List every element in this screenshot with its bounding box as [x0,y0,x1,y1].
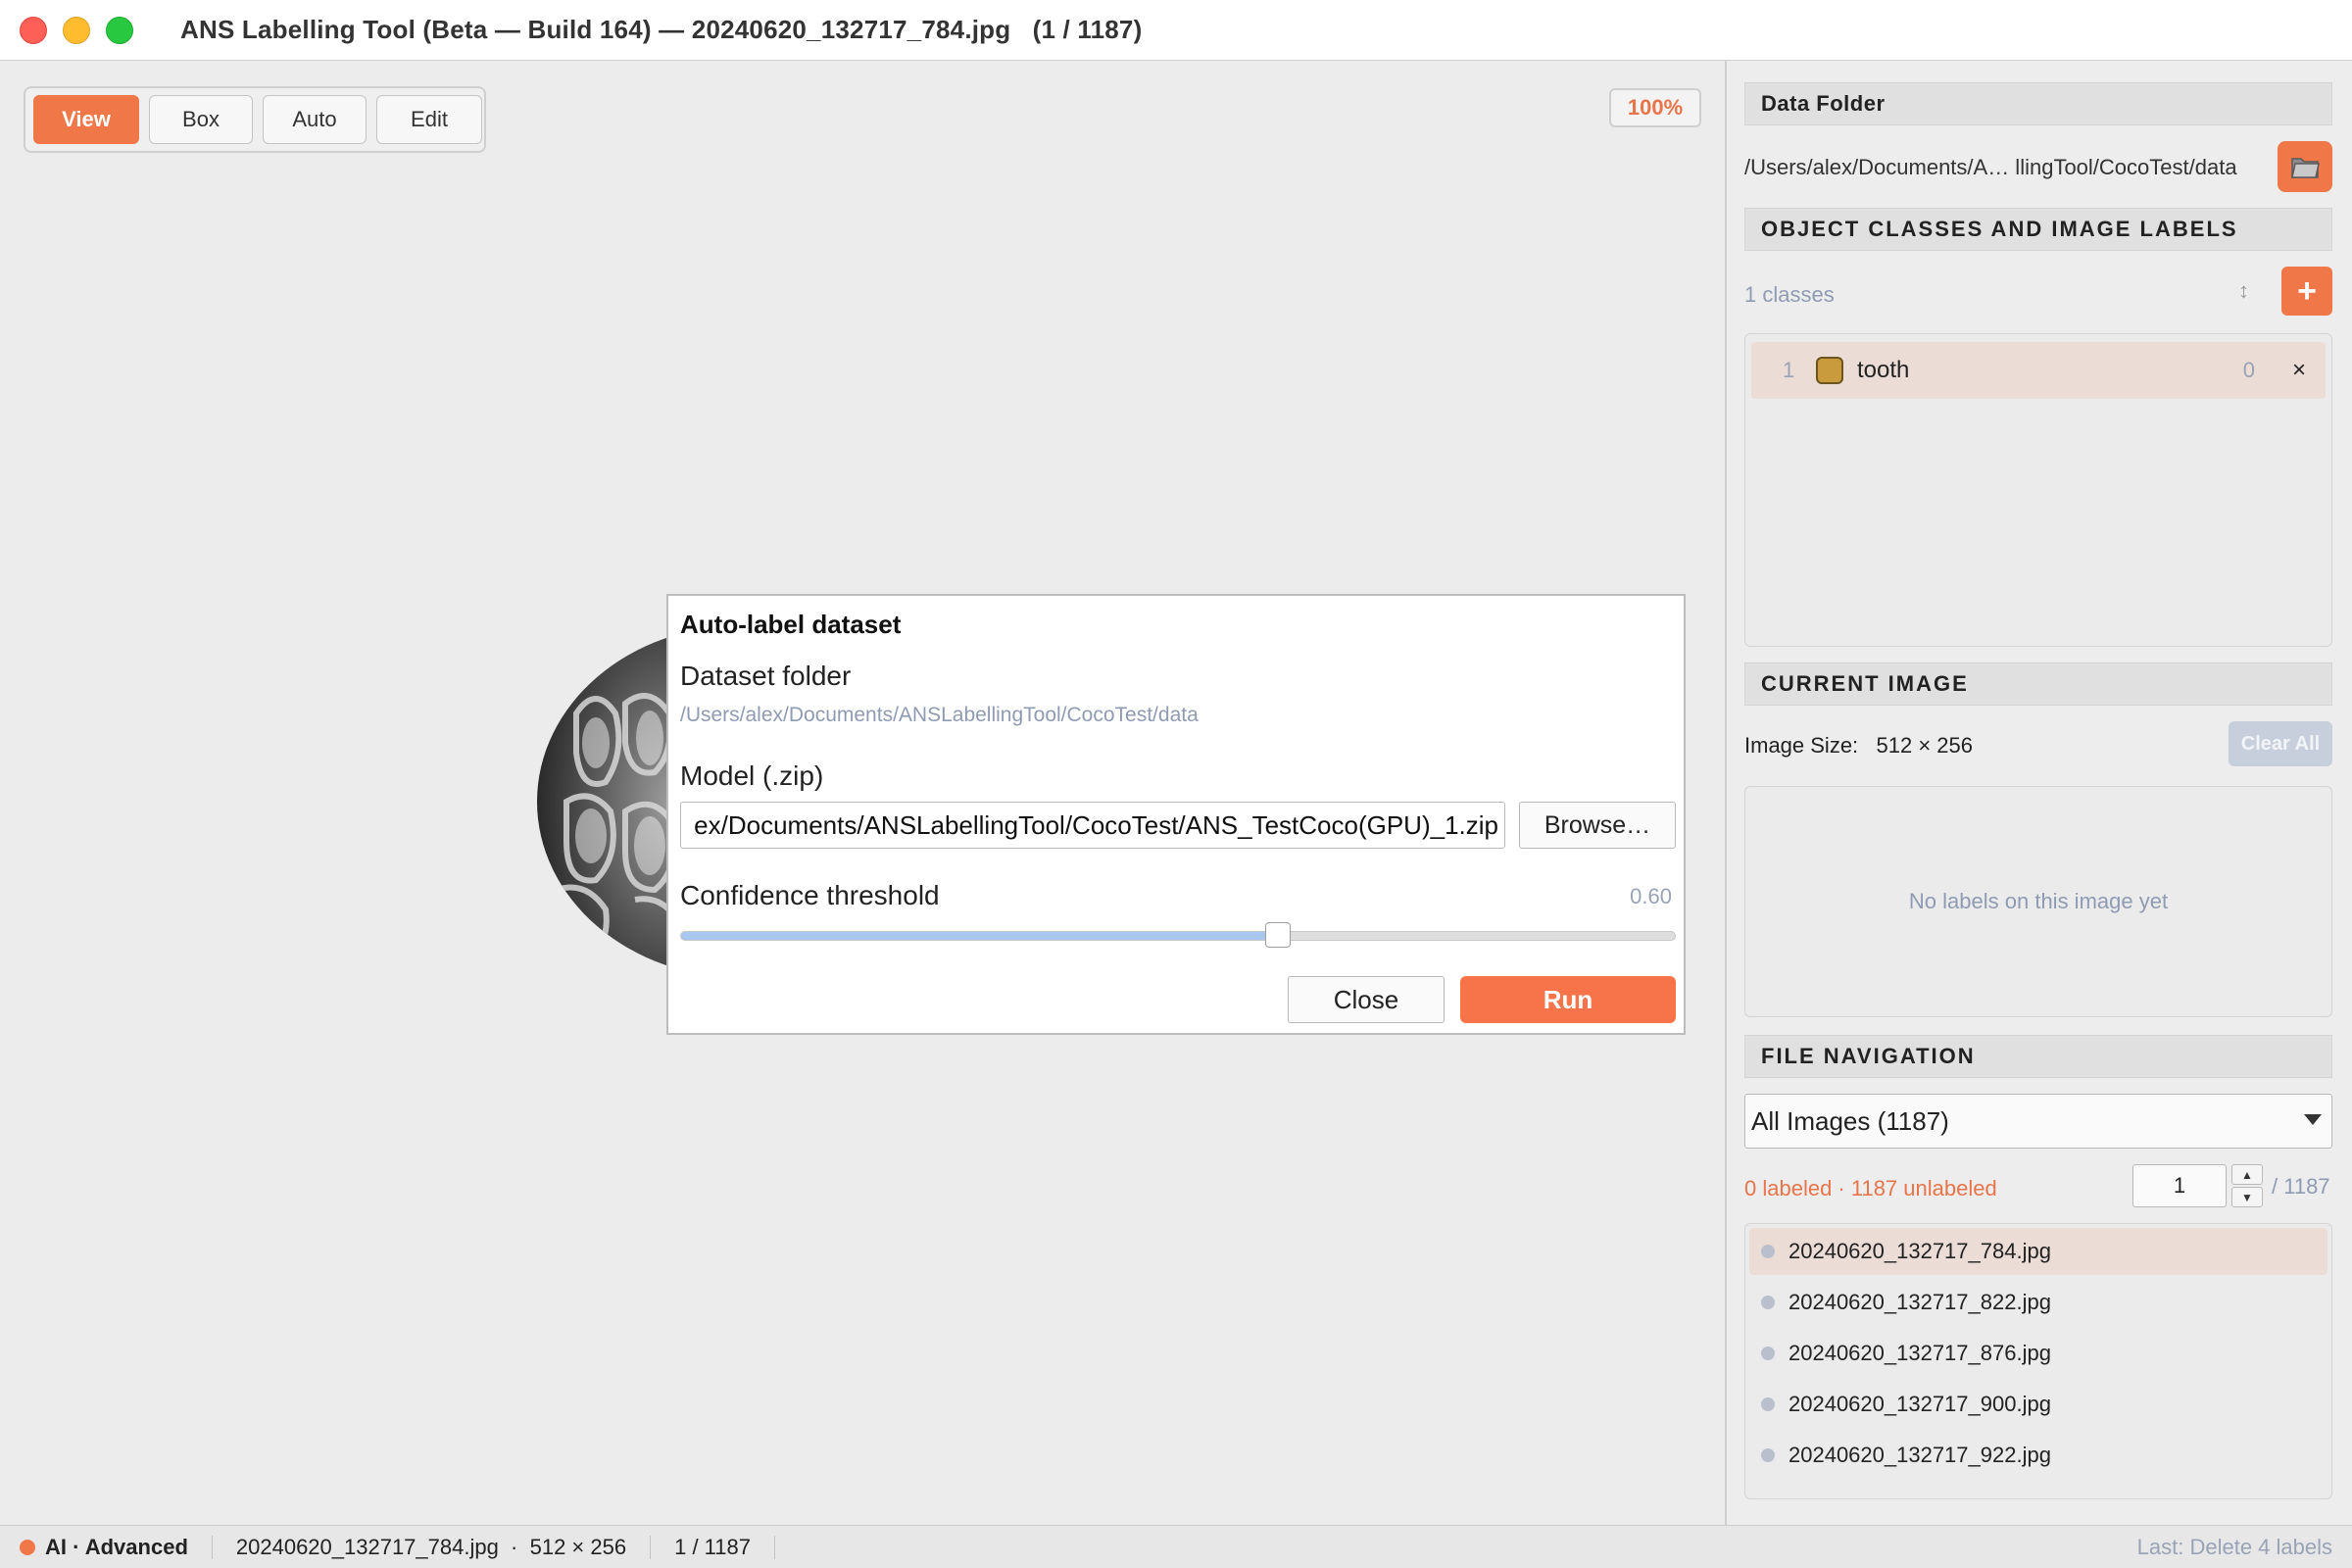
image-size-value: 512 × 256 [1876,733,1973,758]
edit-mode-button[interactable]: Edit [376,95,482,144]
page-total: / 1187 [2272,1174,2330,1199]
empty-labels-text: No labels on this image yet [1908,889,2169,913]
stepper-down-icon[interactable]: ▼ [2231,1187,2263,1207]
side-panel: Data Folder /Users/alex/Documents/A… lli… [1727,61,2352,1525]
file-list-item[interactable]: 20240620_132717_876.jpg [1749,1330,2328,1377]
image-size-label: Image Size: [1744,733,1859,758]
data-folder-path: /Users/alex/Documents/A… llingTool/CocoT… [1744,155,2237,179]
mode-toolbar: View Box Auto Edit [24,86,486,153]
file-navigation-heading: FILE NAVIGATION [1744,1035,2332,1078]
auto-label-dialog: Auto-label dataset Dataset folder /Users… [666,594,1686,1035]
view-mode-button[interactable]: View [33,95,139,144]
image-filter-select[interactable]: All Images (1187) [1744,1094,2332,1149]
page-stepper: ▲ ▼ [2231,1164,2263,1207]
classes-heading: OBJECT CLASSES AND IMAGE LABELS [1744,208,2332,251]
class-index: 1 [1783,358,1795,382]
status-dot-icon [1761,1448,1775,1462]
model-path-value: ex/Documents/ANSLabellingTool/CocoTest/A… [694,809,1498,840]
zoom-level[interactable]: 100% [1609,88,1701,127]
window-controls [20,16,133,44]
status-indicator-icon [20,1539,35,1555]
auto-mode-button[interactable]: Auto [263,95,367,144]
file-list-item[interactable]: 20240620_132717_900.jpg [1749,1381,2328,1428]
image-canvas[interactable]: View Box Auto Edit 100% Auto-label datas… [0,61,1725,1525]
delete-class-icon[interactable]: × [2292,357,2306,384]
file-name: 20240620_132717_822.jpg [1788,1290,2051,1314]
image-filter-value: All Images (1187) [1751,1105,1949,1136]
confidence-slider[interactable] [680,931,1676,941]
file-name: 20240620_132717_922.jpg [1788,1443,2051,1467]
file-name: 20240620_132717_784.jpg [1788,1239,2051,1263]
image-labels-list: No labels on this image yet [1744,786,2332,1017]
browse-button[interactable]: Browse… [1519,802,1676,849]
current-image-heading: CURRENT IMAGE [1744,662,2332,706]
status-dot-icon [1761,1245,1775,1258]
clear-all-button[interactable]: Clear All [2229,721,2332,766]
minimize-window-button[interactable] [63,16,90,44]
status-mode: AI · Advanced [45,1534,188,1559]
file-list-item[interactable]: 20240620_132717_922.jpg [1749,1432,2328,1479]
confidence-slider-fill [681,932,1278,940]
status-separator [650,1535,652,1559]
open-folder-button[interactable] [2278,141,2332,192]
page-number-input[interactable]: 1 [2132,1164,2227,1207]
status-separator [211,1535,213,1559]
classes-list: 1 tooth 0 × [1744,333,2332,647]
confidence-slider-thumb[interactable] [1264,922,1291,948]
confidence-label: Confidence threshold [680,880,940,910]
close-window-button[interactable] [20,16,47,44]
class-row-tooth[interactable]: 1 tooth 0 × [1751,342,2326,399]
title-bar: ANS Labelling Tool (Beta — Build 164) — … [0,0,2352,61]
file-list: 20240620_132717_784.jpg 20240620_132717_… [1744,1223,2332,1499]
status-dot-icon [1761,1347,1775,1360]
sort-icon[interactable]: ↕ [2238,278,2249,304]
image-size: Image Size: 512 × 256 [1744,733,1973,759]
status-file: 20240620_132717_784.jpg · 512 × 256 [235,1534,627,1559]
status-position: 1 / 1187 [674,1534,751,1559]
dataset-folder-path: /Users/alex/Documents/ANSLabellingTool/C… [680,704,1199,726]
dataset-folder-label: Dataset folder [680,661,852,691]
stepper-up-icon[interactable]: ▲ [2231,1164,2263,1185]
box-mode-button[interactable]: Box [149,95,253,144]
add-class-button[interactable]: + [2281,267,2332,316]
data-folder-heading: Data Folder [1744,82,2332,125]
confidence-value: 0.60 [1630,884,1672,908]
window-title: ANS Labelling Tool (Beta — Build 164) — … [180,15,1143,44]
dialog-title: Auto-label dataset [680,610,902,639]
close-button[interactable]: Close [1288,976,1445,1023]
status-dot-icon [1761,1397,1775,1411]
run-button[interactable]: Run [1460,976,1676,1023]
label-stats: 0 labeled · 1187 unlabeled [1744,1176,1997,1200]
status-separator [773,1535,775,1559]
classes-count: 1 classes [1744,282,1835,307]
class-label-count: 0 [2242,358,2255,382]
file-name: 20240620_132717_900.jpg [1788,1392,2051,1416]
status-dot-icon [1761,1296,1775,1309]
file-name: 20240620_132717_876.jpg [1788,1341,2051,1365]
zoom-window-button[interactable] [106,16,133,44]
status-bar: AI · Advanced 20240620_132717_784.jpg · … [0,1525,2352,1568]
file-list-item[interactable]: 20240620_132717_784.jpg [1749,1228,2328,1275]
model-label: Model (.zip) [680,760,824,791]
file-list-item[interactable]: 20240620_132717_822.jpg [1749,1279,2328,1326]
class-color-swatch[interactable] [1816,357,1843,384]
chevron-down-icon [2304,1114,2322,1125]
class-name: tooth [1857,357,1910,383]
folder-icon [2291,158,2320,178]
status-last-action: Last: Delete 4 labels [2136,1534,2332,1559]
model-path-input[interactable]: ex/Documents/ANSLabellingTool/CocoTest/A… [680,802,1505,849]
